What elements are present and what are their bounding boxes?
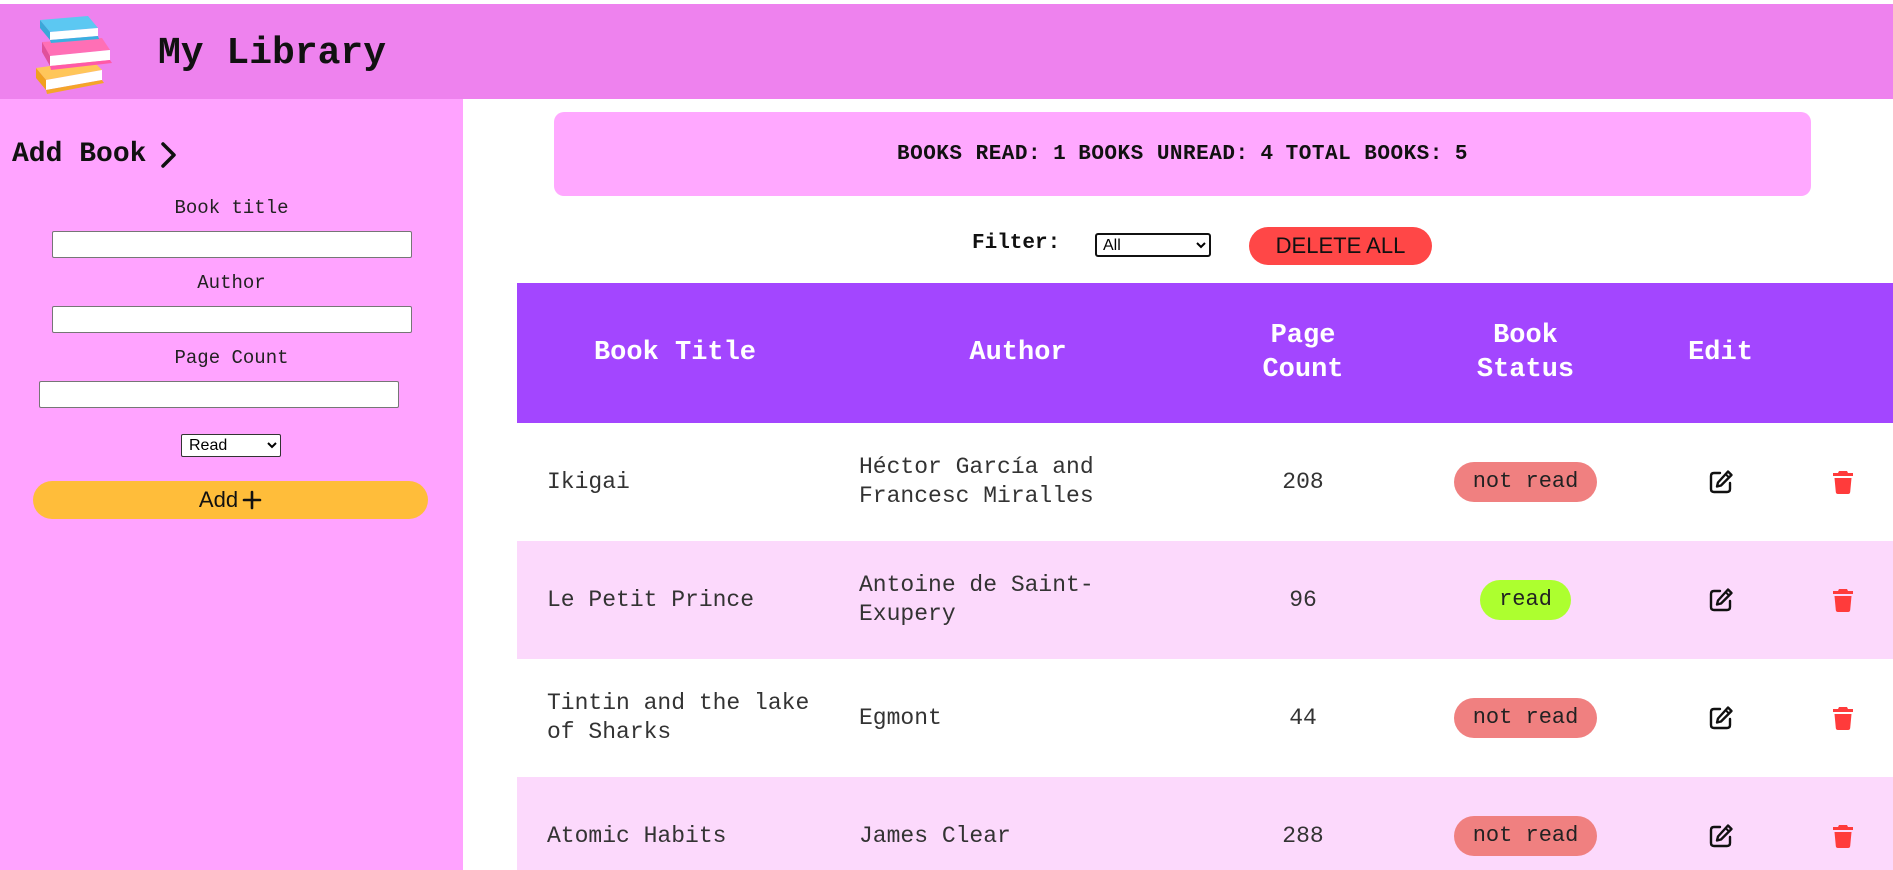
table-row: Atomic Habits James Clear 288 not read (517, 777, 1893, 870)
delete-cell (1793, 587, 1893, 613)
edit-cell (1648, 469, 1793, 495)
table-header: Book Title Author Page Count Book Status… (517, 283, 1893, 423)
app-header: My Library (0, 4, 1893, 99)
filter-label: Filter: (972, 232, 1061, 255)
book-title-cell: Tintin and the lake of Sharks (547, 690, 810, 745)
book-title-cell: Ikigai (547, 468, 630, 495)
read-status-select[interactable]: Read (181, 434, 281, 457)
author-cell: Héctor García and Francesc Miralles (859, 454, 1094, 509)
delete-cell (1793, 469, 1893, 495)
add-book-heading-label: Add Book (12, 139, 147, 170)
page-count-cell: 208 (1282, 468, 1324, 495)
book-title-label: Book title (174, 197, 289, 219)
trash-icon[interactable] (1830, 823, 1856, 849)
trash-icon[interactable] (1830, 469, 1856, 495)
author-label: Author (197, 272, 266, 294)
edit-icon[interactable] (1708, 823, 1734, 849)
edit-icon[interactable] (1708, 587, 1734, 613)
author-cell: Antoine de Saint-Exupery (859, 572, 1094, 627)
status-badge[interactable]: not read (1453, 462, 1598, 502)
page-count-cell: 96 (1289, 586, 1317, 613)
books-unread-count: 4 (1260, 142, 1274, 166)
chevron-right-icon (161, 141, 177, 168)
filter-select[interactable]: All (1095, 233, 1211, 257)
header-book-status: Book Status (1476, 321, 1575, 385)
status-badge[interactable]: read (1480, 580, 1571, 620)
page-count-cell: 44 (1289, 704, 1317, 731)
header-author: Author (969, 338, 1067, 368)
trash-icon[interactable] (1830, 705, 1856, 731)
book-title-cell: Atomic Habits (547, 822, 727, 849)
books-table: Book Title Author Page Count Book Status… (517, 283, 1893, 870)
table-row: Ikigai Héctor García and Francesc Mirall… (517, 423, 1893, 541)
library-stats: BOOKS READ: 1 BOOKS UNREAD: 4 TOTAL BOOKS:… (554, 112, 1811, 196)
status-cell: not read (1403, 462, 1648, 502)
edit-cell (1648, 705, 1793, 731)
header-edit: Edit (1688, 338, 1753, 368)
edit-cell (1648, 587, 1793, 613)
book-title-cell: Le Petit Prince (547, 586, 755, 613)
total-books-stat: TOTAL BOOKS: 5 (1286, 143, 1468, 166)
books-stack-icon (36, 16, 112, 94)
app-title: My Library (158, 32, 387, 75)
edit-cell (1648, 823, 1793, 849)
page-count-cell: 288 (1282, 822, 1324, 849)
table-body: Ikigai Héctor García and Francesc Mirall… (517, 423, 1893, 870)
main-content: BOOKS READ: 1 BOOKS UNREAD: 4 TOTAL BOOKS:… (463, 99, 1893, 870)
author-cell: Egmont (859, 704, 942, 731)
trash-icon[interactable] (1830, 587, 1856, 613)
plus-icon (242, 490, 262, 510)
add-book-button[interactable]: Add (33, 481, 428, 519)
author-input[interactable] (52, 306, 412, 333)
table-row: Tintin and the lake of Sharks Egmont 44 … (517, 659, 1893, 777)
books-read-label: BOOKS READ: (896, 142, 1042, 166)
books-read-count: 1 (1053, 142, 1067, 166)
add-button-label: Add (198, 487, 239, 512)
status-badge[interactable]: not read (1453, 816, 1598, 856)
book-title-input[interactable] (52, 231, 412, 258)
total-books-label: TOTAL BOOKS: (1285, 142, 1443, 166)
add-book-toggle[interactable]: Add Book (12, 139, 178, 170)
books-unread-label: BOOKS UNREAD: (1078, 142, 1249, 166)
status-cell: not read (1403, 698, 1648, 738)
table-row: Le Petit Prince Antoine de Saint-Exupery… (517, 541, 1893, 659)
page-count-label: Page Count (174, 347, 289, 369)
books-read-stat: BOOKS READ: 1 (897, 143, 1066, 166)
page-count-input[interactable] (39, 381, 399, 408)
books-unread-stat: BOOKS UNREAD: 4 (1078, 143, 1273, 166)
edit-icon[interactable] (1708, 705, 1734, 731)
delete-cell (1793, 705, 1893, 731)
header-book-title: Book Title (593, 338, 757, 368)
total-books-count: 5 (1454, 142, 1468, 166)
header-page-count: Page Count (1262, 321, 1344, 385)
status-cell: read (1403, 580, 1648, 620)
add-book-sidebar: Add Book Book title Author Page Count Re… (0, 99, 463, 870)
delete-cell (1793, 823, 1893, 849)
status-badge[interactable]: not read (1453, 698, 1598, 738)
status-cell: not read (1403, 816, 1648, 856)
author-cell: James Clear (859, 822, 1011, 849)
delete-all-button[interactable]: DELETE ALL (1249, 227, 1432, 265)
edit-icon[interactable] (1708, 469, 1734, 495)
